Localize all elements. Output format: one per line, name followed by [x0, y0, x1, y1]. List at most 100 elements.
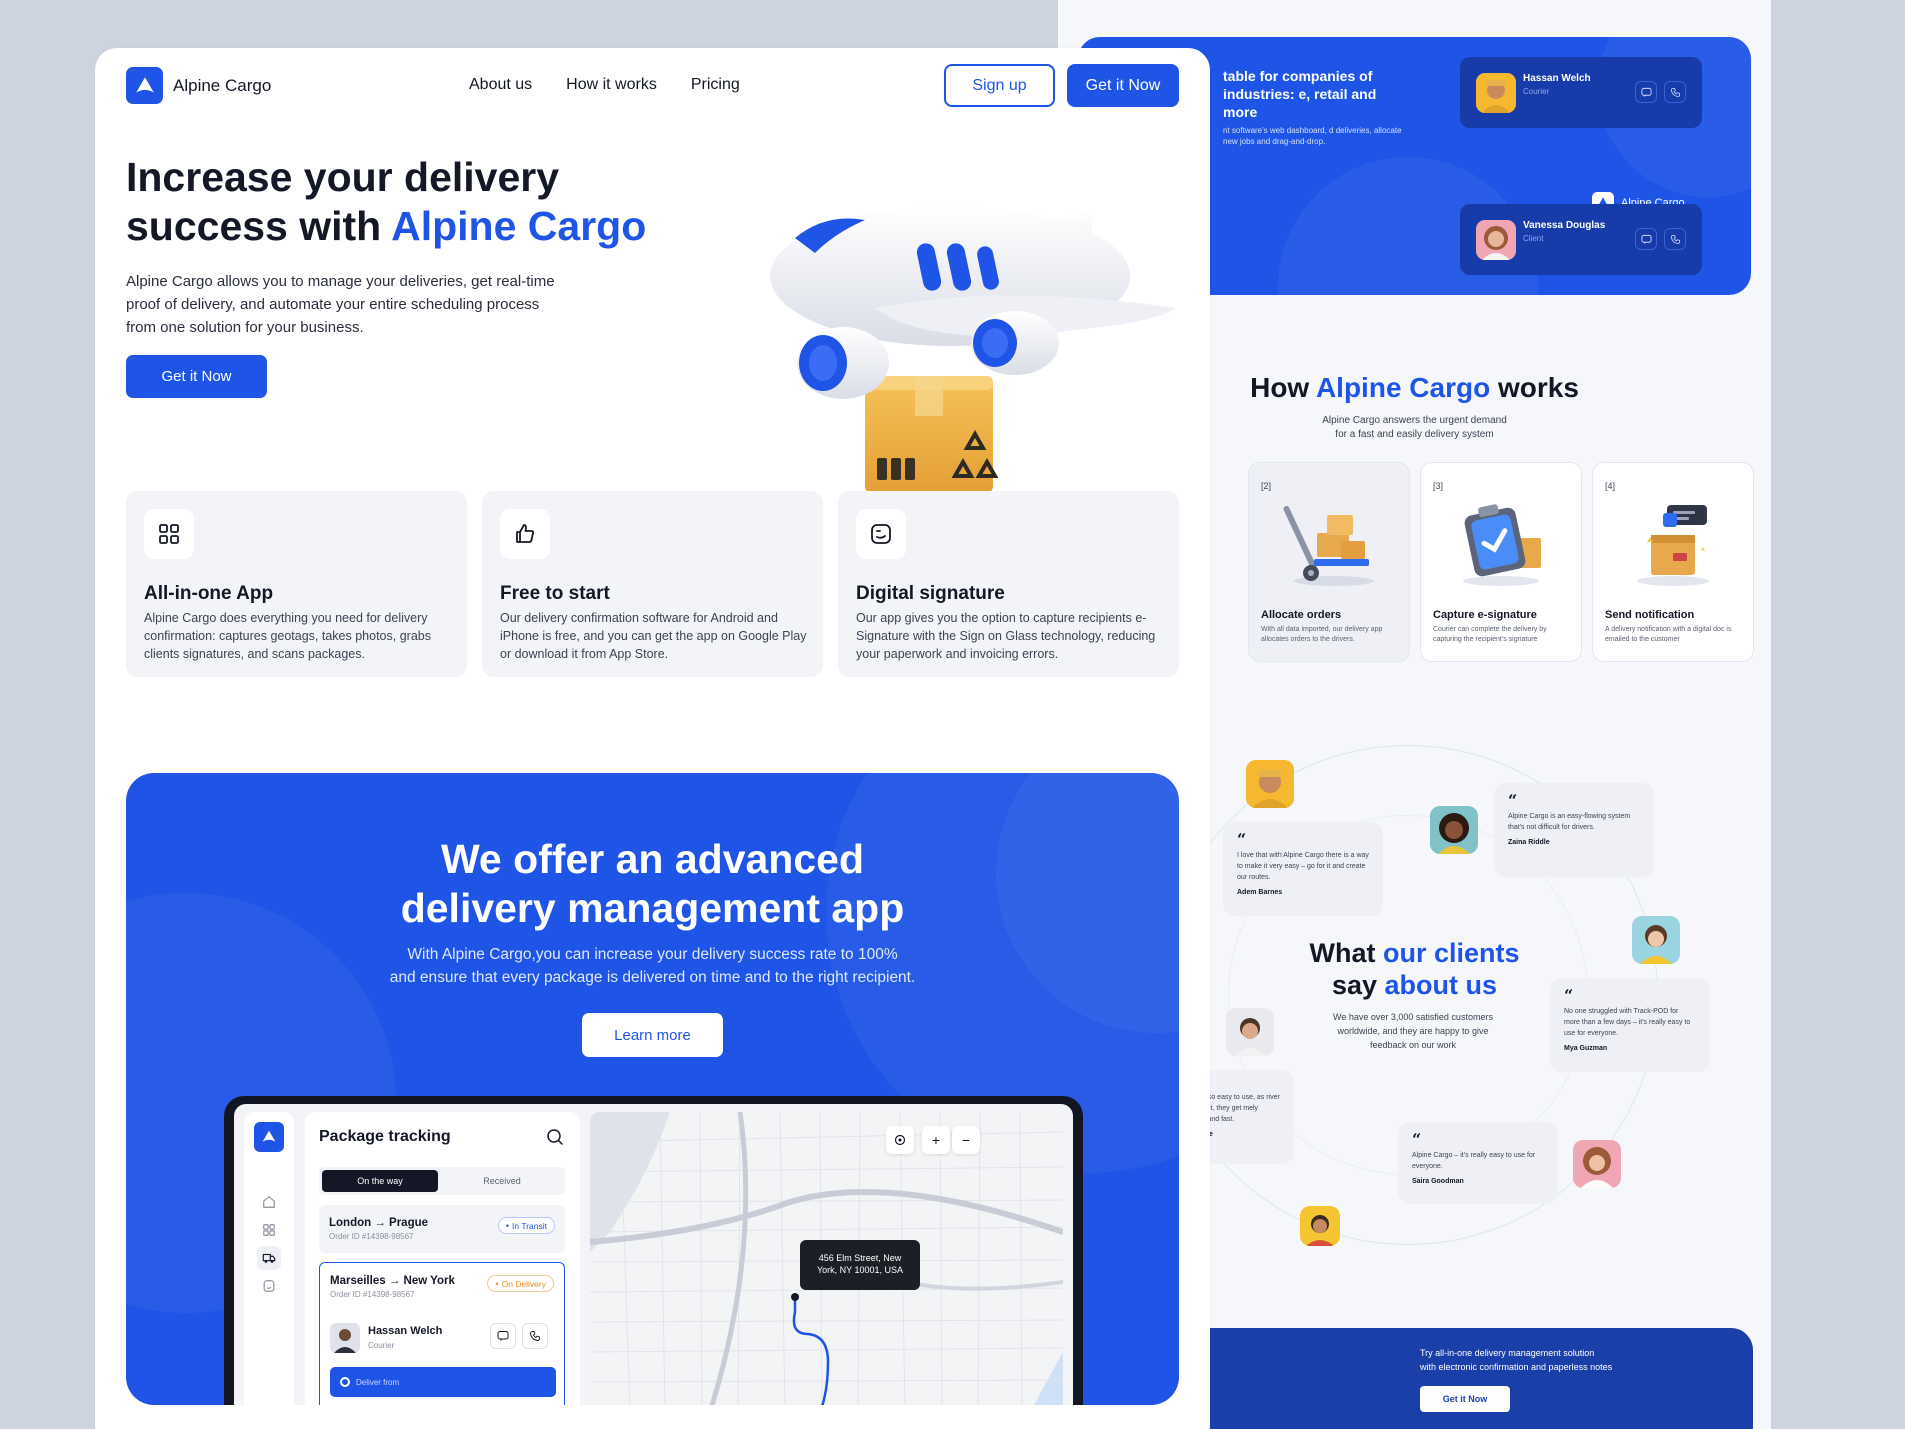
- app-sidebar: [244, 1112, 294, 1405]
- step-card-notification: [4] Send notification A delivery notific…: [1592, 462, 1754, 662]
- brand-logo[interactable]: Alpine Cargo: [126, 67, 271, 104]
- call-button[interactable]: [522, 1323, 548, 1349]
- brand-name: Alpine Cargo: [173, 75, 272, 95]
- phone-icon: [530, 1331, 540, 1341]
- courier-avatar: [330, 1323, 360, 1353]
- contact-card-courier[interactable]: Hassan Welch Courier: [1460, 57, 1702, 128]
- hero-title-highlight: Alpine Cargo: [391, 203, 647, 249]
- phone-icon: [1670, 234, 1680, 244]
- app-logo-icon[interactable]: [254, 1122, 284, 1152]
- clients-title-part: What: [1309, 938, 1383, 968]
- testimonial-card: “ Alpine Cargo – it's really easy to use…: [1398, 1122, 1558, 1204]
- call-button[interactable]: [1664, 228, 1686, 250]
- chat-icon: [1640, 87, 1652, 97]
- quote-text: I love that with Alpine Cargo there is a…: [1237, 852, 1369, 881]
- advanced-title-line: We offer an advanced: [440, 836, 865, 882]
- logo-icon: [126, 67, 163, 104]
- footer-cta-line: Try all-in-one delivery management solut…: [1420, 1348, 1595, 1358]
- tab-received[interactable]: Received: [444, 1170, 560, 1192]
- footer-get-it-now-button[interactable]: Get it Now: [1420, 1386, 1510, 1412]
- industries-text: table for companies of industries: e, re…: [1223, 67, 1403, 147]
- zoom-out-button[interactable]: −: [952, 1126, 980, 1154]
- clients-title-part: say: [1331, 970, 1385, 1000]
- main-landing-page: Alpine Cargo About us How it works Prici…: [95, 48, 1210, 1429]
- nav-how-it-works[interactable]: How it works: [566, 76, 657, 94]
- chat-button[interactable]: [490, 1323, 516, 1349]
- feature-title: Digital signature: [856, 583, 1005, 604]
- feature-title: Free to start: [500, 583, 610, 604]
- app-screen: Package tracking On the way Received Lon…: [234, 1104, 1073, 1405]
- notification-box-illustration: [1637, 505, 1709, 586]
- how-title-prefix: How: [1250, 372, 1316, 403]
- quote-author: Zaina Riddle: [1508, 839, 1550, 846]
- contact-role: Client: [1523, 234, 1544, 243]
- status-badge-label: In Transit: [512, 1220, 547, 1231]
- quote-mark: “: [1237, 830, 1247, 849]
- nav-about-us[interactable]: About us: [469, 76, 532, 94]
- document-icon[interactable]: [257, 1274, 281, 1298]
- industries-sub: nt software's web dashboard, d deliverie…: [1223, 126, 1402, 146]
- step-title: Capture e-signature: [1433, 609, 1537, 621]
- nav-get-it-now-button[interactable]: Get it Now: [1067, 64, 1179, 107]
- order-item-selected[interactable]: Marseilles → New York Order ID #14398-98…: [319, 1262, 565, 1405]
- chat-button[interactable]: [1635, 228, 1657, 250]
- feature-desc: Alpine Cargo does everything you need fo…: [144, 611, 431, 661]
- deliver-from-label: Deliver from: [356, 1377, 400, 1387]
- advanced-title: We offer an advanced delivery management…: [126, 835, 1179, 933]
- step-desc: Courier can complete the delivery by cap…: [1433, 626, 1547, 643]
- tab-on-the-way[interactable]: On the way: [322, 1170, 438, 1192]
- learn-more-button[interactable]: Learn more: [582, 1013, 723, 1057]
- clipboard-illustration: [1463, 504, 1541, 586]
- locate-icon: [894, 1134, 906, 1146]
- client-avatar: [1573, 1140, 1621, 1188]
- avatar: [1476, 220, 1516, 260]
- chat-button[interactable]: [1635, 81, 1657, 103]
- locate-button[interactable]: [886, 1126, 914, 1154]
- client-avatar: [1300, 1206, 1340, 1246]
- search-icon[interactable]: [546, 1128, 564, 1146]
- call-button[interactable]: [1664, 81, 1686, 103]
- zoom-in-button[interactable]: +: [922, 1126, 950, 1154]
- advanced-app-section: We offer an advanced delivery management…: [126, 773, 1179, 1405]
- contact-name: Hassan Welch: [1523, 73, 1591, 84]
- deliver-from-field[interactable]: Deliver from: [330, 1367, 556, 1397]
- grid-icon[interactable]: [257, 1218, 281, 1242]
- clients-subtitle: We have over 3,000 satisfied customers w…: [1333, 1012, 1493, 1050]
- step-number: [3]: [1433, 481, 1444, 491]
- route-map[interactable]: + − 456 Elm Street, New York, NY 10001, …: [590, 1112, 1063, 1405]
- step-desc: A delivery notification with a digital d…: [1605, 626, 1732, 643]
- package-tracking-panel: Package tracking On the way Received Lon…: [305, 1112, 580, 1405]
- how-title-highlight: Alpine Cargo: [1315, 372, 1491, 403]
- hero-title: Increase your delivery success with Alpi…: [126, 153, 646, 251]
- client-avatar: [1246, 760, 1294, 808]
- contact-name: Vanessa Douglas: [1523, 220, 1606, 231]
- courier-role: Courier: [368, 1341, 395, 1350]
- status-tabs: On the way Received: [319, 1167, 565, 1195]
- status-badge: • In Transit: [497, 1217, 555, 1234]
- avatar: [1476, 73, 1516, 113]
- truck-icon[interactable]: [257, 1246, 281, 1270]
- testimonial-card: “ I love that with Alpine Cargo there is…: [1223, 822, 1383, 916]
- testimonial-card: “ Alpine Cargo is an easy-flowing system…: [1494, 783, 1654, 877]
- map-address-tooltip: 456 Elm Street, New York, NY 10001, USA: [800, 1240, 920, 1290]
- quote-author: Saira Goodman: [1412, 1178, 1464, 1185]
- feature-card-signature: Digital signature Our app gives you the …: [838, 491, 1179, 677]
- quote-mark: “: [1412, 1130, 1422, 1149]
- nav-pricing[interactable]: Pricing: [691, 76, 740, 94]
- advanced-title-line: delivery management app: [400, 885, 905, 931]
- airplane-cargo-illustration: [770, 206, 1175, 494]
- contact-card-client[interactable]: Vanessa Douglas Client: [1460, 204, 1702, 275]
- step-desc: With all data imported, our delivery app…: [1261, 626, 1383, 643]
- industries-heading: table for companies of industries: e, re…: [1223, 68, 1377, 120]
- grid-icon: [144, 509, 194, 559]
- step-number: [4]: [1605, 481, 1616, 491]
- quote-author: Mya Guzman: [1564, 1045, 1608, 1052]
- step-number: [2]: [1261, 481, 1272, 491]
- sign-up-button[interactable]: Sign up: [944, 64, 1055, 107]
- thumbs-up-icon: [500, 509, 550, 559]
- home-icon[interactable]: [257, 1190, 281, 1214]
- order-route: Marseilles → New York: [330, 1275, 455, 1287]
- origin-marker-icon: [340, 1377, 350, 1387]
- hero-get-it-now-button[interactable]: Get it Now: [126, 355, 267, 398]
- order-item[interactable]: London → Prague Order ID #14398-98567 • I…: [319, 1205, 565, 1253]
